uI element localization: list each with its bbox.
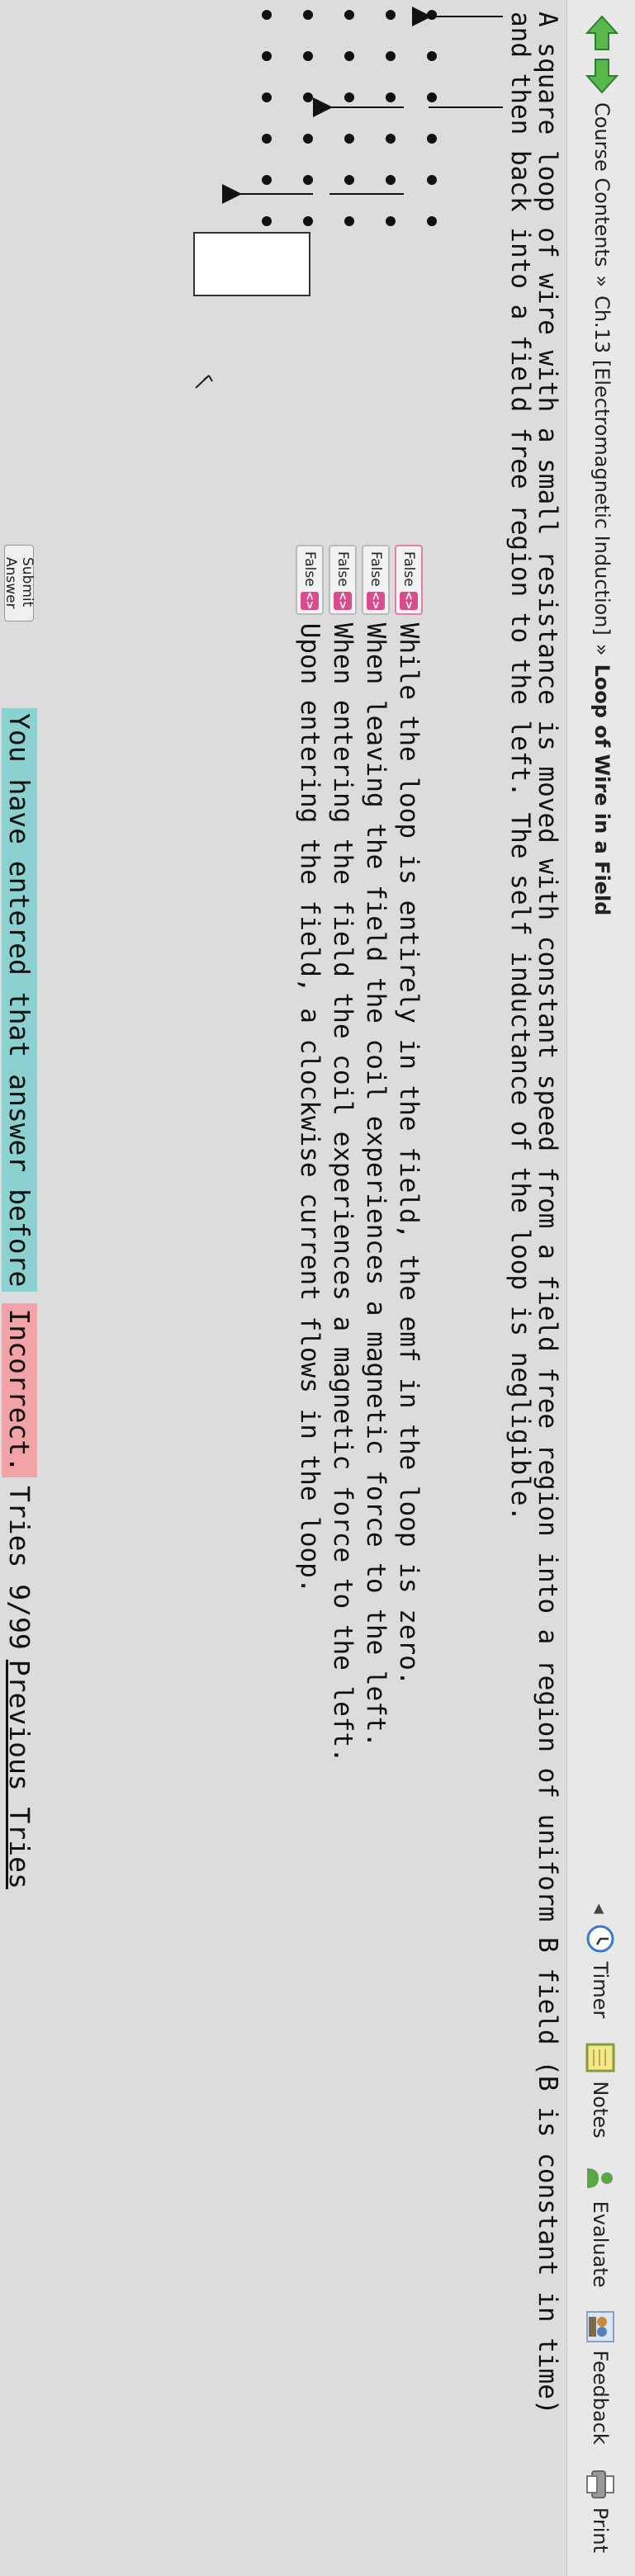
true-false-select[interactable]: False <> xyxy=(329,545,357,615)
collapse-triangle-icon[interactable]: ◀ xyxy=(593,1903,609,1913)
breadcrumb-separator: » xyxy=(590,275,614,288)
select-arrows-icon: <> xyxy=(400,591,418,610)
timer-link[interactable]: Timer xyxy=(584,1922,617,2019)
select-value: False xyxy=(367,551,384,587)
notepad-icon xyxy=(584,2041,617,2074)
entered-before-message: You have entered that answer before xyxy=(2,708,38,1293)
evaluate-link[interactable]: Evaluate xyxy=(584,2162,617,2288)
print-label: Print xyxy=(589,2507,612,2553)
notes-link[interactable]: Notes xyxy=(584,2041,617,2139)
statement-row-1: False <> While the loop is entirely in th… xyxy=(392,545,425,1685)
forward-arrow-icon[interactable] xyxy=(582,56,622,96)
true-false-select[interactable]: False <> xyxy=(362,545,390,615)
square-loop xyxy=(193,232,310,296)
notes-label: Notes xyxy=(589,2081,612,2139)
breadcrumb-chapter[interactable]: Ch.13 [Electromagnetic Induction] xyxy=(590,295,614,636)
answer-feedback: You have entered that answer before Inco… xyxy=(1,708,39,1889)
submit-answer-button[interactable]: Submit Answer xyxy=(2,545,36,622)
select-value: False xyxy=(301,551,318,587)
select-arrows-icon: <> xyxy=(367,591,385,610)
breadcrumb-course-contents[interactable]: Course Contents xyxy=(590,102,614,267)
statement-row-4: False <> Upon entering the field, a clock… xyxy=(293,545,326,1594)
mouse-cursor-icon xyxy=(195,375,213,389)
statement-row-2: False <> When leaving the field the coil … xyxy=(359,545,392,1747)
statement-text: While the loop is entirely in the field,… xyxy=(394,622,424,1686)
printer-icon xyxy=(584,2468,617,2501)
incorrect-badge: Incorrect. xyxy=(2,1303,38,1478)
true-false-select[interactable]: False <> xyxy=(296,545,324,615)
select-value: False xyxy=(400,551,417,587)
evaluate-label: Evaluate xyxy=(589,2200,612,2288)
select-arrows-icon: <> xyxy=(301,591,319,610)
tries-count: Tries 9/99 xyxy=(3,1486,36,1650)
page: Course Contents » Ch.13 [Electromagnetic I… xyxy=(0,0,635,2576)
select-value: False xyxy=(334,551,351,587)
tool-links: ◀ Timer Notes Evaluate Feedback Print xyxy=(577,1903,623,2576)
breadcrumb-current: Loop of Wire in a Field xyxy=(590,664,614,916)
clock-icon xyxy=(584,1922,617,1955)
breadcrumb-separator: » xyxy=(590,643,614,656)
previous-tries-link[interactable]: Previous Tries xyxy=(4,1660,36,1889)
print-link[interactable]: Print xyxy=(584,2468,617,2553)
problem-text-line-1: A square loop of wire with a small resis… xyxy=(533,12,562,2415)
breadcrumb: Course Contents » Ch.13 [Electromagnetic I… xyxy=(590,102,614,915)
top-toolbar: Course Contents » Ch.13 [Electromagnetic I… xyxy=(566,0,635,2576)
select-arrows-icon: <> xyxy=(334,591,352,610)
statement-text: Upon entering the field, a clockwise cur… xyxy=(295,622,325,1594)
figure xyxy=(131,0,511,512)
loop-position-markers xyxy=(222,7,503,204)
loop-field-diagram xyxy=(193,7,503,389)
back-arrow-icon[interactable] xyxy=(582,13,622,53)
statement-row-3: False <> When entering the field the coil… xyxy=(326,545,359,1763)
feedback-label: Feedback xyxy=(589,2350,612,2445)
statement-text: When leaving the field the coil experien… xyxy=(361,622,391,1748)
statement-text: When entering the field the coil experie… xyxy=(328,622,358,1763)
problem-statement: A square loop of wire with a small resis… xyxy=(505,12,562,2562)
timer-label: Timer xyxy=(589,1961,612,2019)
person-icon xyxy=(584,2162,617,2195)
true-false-select[interactable]: False <> xyxy=(395,545,423,615)
feedback-link[interactable]: Feedback xyxy=(584,2310,617,2445)
feedback-people-icon xyxy=(584,2310,617,2343)
